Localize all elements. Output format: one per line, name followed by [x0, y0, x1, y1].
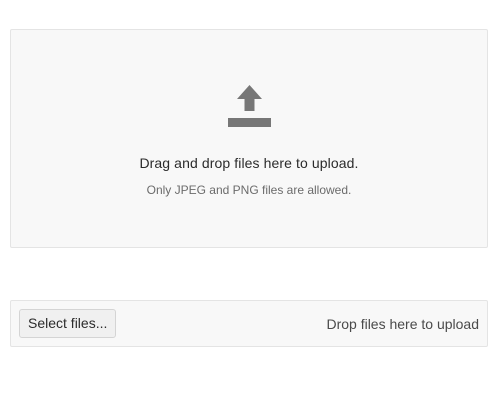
drop-files-label: Drop files here to upload: [326, 316, 479, 332]
dropzone-hint: Only JPEG and PNG files are allowed.: [146, 183, 352, 197]
dropzone-title: Drag and drop files here to upload.: [139, 155, 359, 171]
upload-icon: [228, 85, 271, 127]
upload-page: Drag and drop files here to upload. Only…: [0, 0, 499, 408]
upload-bar[interactable]: Select files... Drop files here to uploa…: [10, 300, 488, 347]
file-dropzone[interactable]: Drag and drop files here to upload. Only…: [10, 29, 488, 248]
select-files-button[interactable]: Select files...: [19, 309, 117, 338]
